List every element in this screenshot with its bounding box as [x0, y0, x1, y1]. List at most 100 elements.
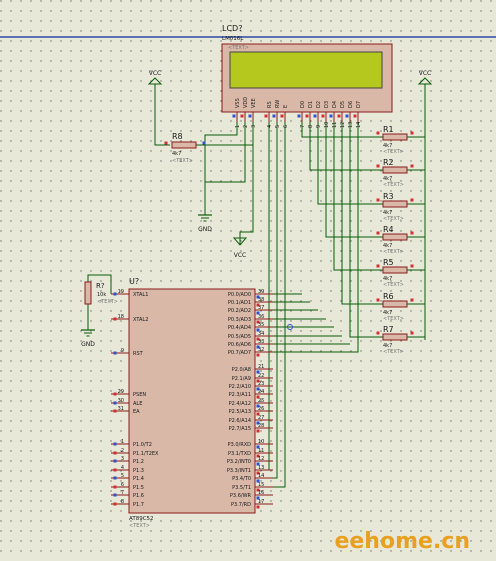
mcu-pin-number: 25 [258, 398, 264, 404]
lcd-pin-name-d7: D7 [356, 101, 362, 108]
mcu-pin-number: 7 [121, 490, 124, 496]
lcd-pin-name-d2: D2 [316, 101, 322, 108]
resistor-pin-marker [410, 298, 414, 302]
mcu-ref-label: U? [129, 277, 139, 286]
lcd-pin-number: 1 [235, 125, 241, 128]
resistor-r7-body [382, 333, 408, 341]
mcu-pin-number: 23 [258, 381, 264, 387]
resistor-r2-body [382, 166, 408, 174]
mcu-pin-name: P2.2/A10 [229, 384, 251, 390]
mcu-pin-number: 26 [258, 406, 264, 412]
mcu-pin-name: P0.0/AD0 [228, 292, 251, 298]
lcd-pin-marker [297, 114, 301, 118]
vcc-mid-label: VCC [234, 252, 246, 259]
lcd-text-tag: <TEXT> [228, 45, 249, 51]
mcu-pin-number: 6 [121, 482, 124, 488]
mcu-pin-number: 39 [258, 289, 264, 295]
lcd-pin-number: 13 [348, 122, 354, 128]
mcu-pin-number: 22 [258, 373, 264, 379]
mcu-pin-name: P2.3/A11 [229, 392, 251, 398]
reset-resistor-ref: R? [96, 282, 105, 290]
mcu-pin-number: 9 [121, 348, 124, 354]
mcu-pin-number: 38 [258, 297, 264, 303]
mcu-pin-marker [113, 485, 117, 489]
mcu-pin-name: P3.1/TXD [228, 451, 251, 457]
mcu-pin-name: P2.4/A12 [229, 401, 251, 407]
mcu-pin-name: P1.4 [133, 476, 144, 482]
lcd-pin-number: 14 [356, 122, 362, 128]
mcu-pin-name: P1.6 [133, 493, 144, 499]
mcu-pin-number: 17 [258, 499, 264, 505]
lcd-pin-name-rw: RW [275, 100, 281, 108]
resistor-r7-ref: R7 [383, 325, 394, 334]
mcu-pin-marker [113, 451, 117, 455]
mcu-pin-name: P3.0/RXD [228, 442, 252, 448]
schematic-canvas: LCD? LM016L <TEXT> VSS 1 VDD 2 VEE 3 RS 4 RW 5 E 6 D0 7 D… [0, 0, 496, 557]
mcu-pin-name: P2.1/A9 [232, 376, 251, 382]
resistor-pin-marker [410, 164, 414, 168]
vcc-right-label: VCC [419, 70, 431, 77]
reset-resistor-body [84, 281, 92, 305]
vcc-left-label: VCC [149, 70, 161, 77]
mcu-pin-marker [256, 429, 260, 433]
resistor-r4-text-tag: <TEXT> [383, 249, 404, 255]
mcu-pin-number: 27 [258, 415, 264, 421]
resistor-r4-body [382, 233, 408, 241]
mcu-text-tag: <TEXT> [129, 523, 150, 529]
mcu-pin-name: P0.7/AD7 [228, 350, 251, 356]
lcd-pin-number: 10 [324, 122, 330, 128]
mcu-pin-name: P0.6/AD6 [228, 342, 251, 348]
mcu-pin-name: EA [133, 409, 140, 415]
mcu-pin-name: P0.1/AD1 [228, 300, 251, 306]
mcu-pin-marker [113, 392, 117, 396]
lcd-pin-name-e: E [283, 105, 289, 108]
resistor-r1-ref: R1 [383, 125, 394, 134]
resistor-r3-ref: R3 [383, 192, 394, 201]
mcu-pin-name: P1.5 [133, 485, 144, 491]
mcu-pin-name: P0.4/AD4 [228, 325, 251, 331]
lcd-pin-number: 8 [308, 125, 314, 128]
mcu-pin-number: 16 [258, 490, 264, 496]
lcd-pin-name-vss: VSS [235, 98, 241, 108]
lcd-pin-marker [264, 114, 268, 118]
mcu-pin-number: 18 [118, 314, 124, 320]
lcd-pin-marker [305, 114, 309, 118]
mcu-pin-marker [113, 401, 117, 405]
mcu-pin-number: 15 [258, 482, 264, 488]
lcd-pin-name-vee: VEE [251, 98, 257, 108]
lcd-ref-label: LCD? [222, 24, 242, 33]
lcd-screen [229, 51, 383, 89]
lcd-pin-name-d5: D5 [340, 101, 346, 108]
mcu-pin-marker [113, 317, 117, 321]
mcu-pin-marker [113, 468, 117, 472]
mcu-pin-number: 2 [121, 448, 124, 454]
mcu-pin-number: 29 [118, 389, 124, 395]
mcu-pin-number: 12 [258, 456, 264, 462]
resistor-pin-marker [410, 198, 414, 202]
mcu-pin-number: 3 [121, 456, 124, 462]
reset-resistor-value: 10k [97, 292, 106, 298]
mcu-pin-number: 34 [258, 331, 264, 337]
resistor-r2-text-tag: <TEXT> [383, 182, 404, 188]
lcd-pin-marker [337, 114, 341, 118]
mcu-pin-marker [256, 353, 260, 357]
resistor-r4-ref: R4 [383, 225, 394, 234]
mcu-pin-number: 10 [258, 439, 264, 445]
mcu-pin-name: P3.4/T0 [232, 476, 251, 482]
mcu-part-label: AT89C52 [129, 516, 154, 522]
lcd-pin-marker [272, 114, 276, 118]
lcd-pin-number: 4 [267, 125, 273, 128]
mcu-pin-number: 36 [258, 314, 264, 320]
mcu-pin-name: P0.5/AD5 [228, 334, 251, 340]
resistor-r7-text-tag: <TEXT> [383, 349, 404, 355]
resistor-pin-marker [376, 331, 380, 335]
lcd-pin-name-d3: D3 [324, 101, 330, 108]
resistor-pin-marker [376, 131, 380, 135]
lcd-pin-number: 5 [275, 125, 281, 128]
resistor-r2-ref: R2 [383, 158, 394, 167]
mcu-pin-number: 5 [121, 473, 124, 479]
mcu-pin-number: 4 [121, 465, 124, 471]
r8-pin-marker [202, 141, 206, 145]
resistor-r3-body [382, 200, 408, 208]
resistor-r1-text-tag: <TEXT> [383, 149, 404, 155]
